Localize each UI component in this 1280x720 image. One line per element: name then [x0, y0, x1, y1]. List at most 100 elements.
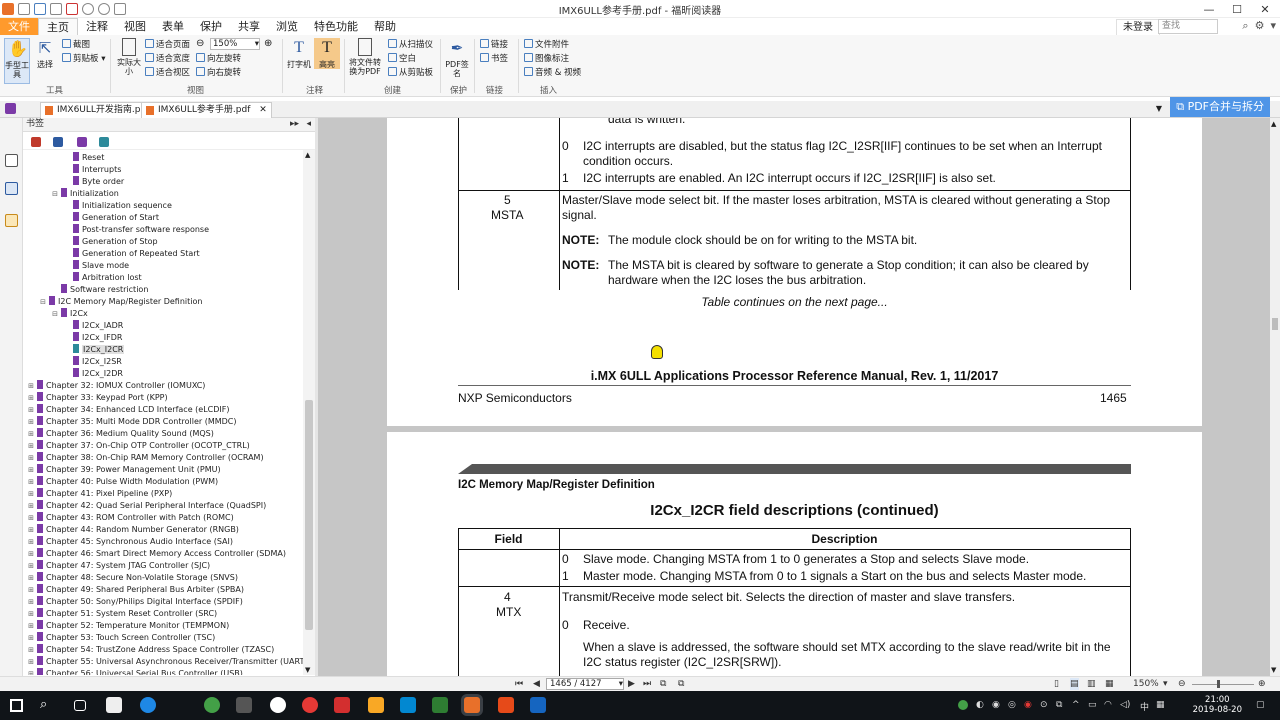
from-scanner-button[interactable]: 从扫描仪 — [388, 39, 433, 51]
search-icon[interactable]: ⌕ — [40, 697, 56, 713]
expand-toggle-icon[interactable]: ⊞ — [27, 644, 35, 656]
bookmark-item[interactable]: ⊞ Chapter 54: TrustZone Address Space Con… — [27, 644, 274, 656]
fit-visible-button[interactable]: 适合视区 — [145, 67, 190, 79]
app-icon[interactable] — [400, 697, 416, 713]
taskbar-clock[interactable]: 21:00 2019-08-20 — [1193, 695, 1242, 715]
bookmark-item[interactable]: Interrupts — [63, 164, 121, 176]
bookmark-item[interactable]: ⊞ Chapter 45: Synchronous Audio Interface… — [27, 536, 233, 548]
bookmark-item[interactable]: ⊟ I2Cx — [51, 308, 88, 320]
bookmark-item[interactable]: ⊞ Chapter 34: Enhanced LCD Interface (eLC… — [27, 404, 230, 416]
tab-browse[interactable]: 浏览 — [268, 18, 306, 35]
zoom-in-icon[interactable]: ⊕ — [264, 38, 272, 49]
scroll-up-icon[interactable]: ▲ — [1271, 120, 1276, 128]
bookmark-item[interactable]: ⊞ Chapter 38: On-Chip RAM Memory Controll… — [27, 452, 264, 464]
ime-icon[interactable]: ▦ — [1156, 700, 1165, 710]
expand-toggle-icon[interactable]: ⊞ — [27, 668, 35, 675]
audio-video-button[interactable]: 音频 & 视频 — [524, 67, 581, 79]
pages-panel-icon[interactable] — [5, 182, 18, 195]
word-icon[interactable] — [530, 697, 546, 713]
bookmark-item[interactable]: I2Cx_IADR — [63, 320, 123, 332]
document-scrollbar[interactable]: ▲ ▼ — [1270, 118, 1280, 676]
bookmark-item[interactable]: ⊞ Chapter 43: ROM Controller with Patch (… — [27, 512, 234, 524]
bookmark-item[interactable]: ⊞ Chapter 40: Pulse Width Modulation (PWM… — [27, 476, 218, 488]
bookmark-item[interactable]: ⊞ Chapter 37: On-Chip OTP Controller (OCO… — [27, 440, 250, 452]
bookmark-item[interactable]: Initialization sequence — [63, 200, 172, 212]
expand-toggle-icon[interactable]: ⊞ — [27, 572, 35, 584]
tab-list-dropdown[interactable]: ▼ — [1156, 101, 1162, 116]
scroll-down-icon[interactable]: ▼ — [305, 666, 310, 674]
bookmark-item[interactable]: I2Cx_I2DR — [63, 368, 123, 380]
first-page-icon[interactable]: ⏮ — [515, 678, 523, 690]
tab-file[interactable]: 文件 — [0, 18, 38, 35]
zoom-level[interactable]: 150% — [1133, 678, 1159, 690]
bookmark-item[interactable]: ⊞ Chapter 33: Keypad Port (KPP) — [27, 392, 168, 404]
bookmark-button[interactable]: 书签 — [480, 53, 508, 65]
zoom-in-icon[interactable]: ⊕ — [1258, 678, 1266, 690]
bookmark-item[interactable]: ⊞ Chapter 56: Universal Serial Bus Contro… — [27, 668, 243, 675]
zoom-out-icon[interactable]: ⊖ — [1178, 678, 1186, 690]
pdf-merge-split-button[interactable]: ⧉ PDF合并与拆分 — [1170, 97, 1270, 117]
bookmark-item[interactable]: Generation of Repeated Start — [63, 248, 200, 260]
zoom-out-icon[interactable]: ⊖ — [196, 38, 204, 49]
expand-toggle-icon[interactable]: ⊞ — [27, 476, 35, 488]
gear-icon[interactable]: ⚙ — [1255, 19, 1265, 33]
file-attachment-button[interactable]: 文件附件 — [524, 39, 569, 51]
search-icon[interactable]: ⌕ — [1242, 19, 1248, 33]
pdf-sign-button[interactable]: ✒ PDF签名 — [444, 38, 470, 78]
bookmark-item[interactable]: Software restriction — [51, 284, 148, 296]
bookmark-item[interactable]: I2Cx_I2SR — [63, 356, 122, 368]
camera-app-icon[interactable] — [106, 697, 122, 713]
convert-to-pdf-button[interactable]: 将文件转换为PDF — [348, 38, 382, 76]
foxit-reader-icon[interactable] — [464, 697, 480, 713]
bookmark-item[interactable]: ⊞ Chapter 51: System Reset Controller (SR… — [27, 608, 217, 620]
tab-share[interactable]: 共享 — [230, 18, 268, 35]
expand-toggle-icon[interactable]: ⊟ — [51, 308, 59, 320]
page-number-input[interactable]: 1465 / 4127 ▾ — [546, 678, 624, 690]
input-language[interactable]: 中 — [1140, 700, 1149, 713]
expand-toggle-icon[interactable]: ⊟ — [51, 188, 59, 200]
bookmark-item[interactable]: Post-transfer software response — [63, 224, 209, 236]
continuous-facing-icon[interactable]: ▦ — [1105, 678, 1114, 690]
zoom-slider-handle[interactable] — [1217, 680, 1220, 688]
clipboard-button[interactable]: 剪贴板 ▾ — [62, 53, 105, 65]
from-clipboard-button[interactable]: 从剪贴板 — [388, 67, 433, 79]
scroll-up-icon[interactable]: ▲ — [305, 151, 310, 159]
bookmark-item[interactable]: Arbitration lost — [63, 272, 142, 284]
prev-page-icon[interactable]: ◀ — [533, 678, 540, 690]
expand-toggle-icon[interactable]: ⊞ — [27, 416, 35, 428]
browser-icon[interactable] — [204, 697, 220, 713]
bookmark-panel-icon[interactable] — [5, 154, 18, 167]
bookmark-item[interactable]: Slave mode — [63, 260, 129, 272]
typewriter-button[interactable]: T 打字机 — [286, 38, 312, 69]
wifi-icon[interactable]: ◠ — [1104, 700, 1112, 710]
document-viewport[interactable]: data is written. 0 I2C interrupts are di… — [318, 118, 1270, 676]
single-page-icon[interactable]: ▯ — [1054, 678, 1059, 690]
rotate-right-button[interactable]: 向右旋转 — [196, 67, 241, 79]
tab-view[interactable]: 视图 — [116, 18, 154, 35]
chevron-up-icon[interactable]: ^ — [1072, 700, 1080, 710]
expand-toggle-icon[interactable]: ⊞ — [27, 404, 35, 416]
bookmark-item[interactable]: ⊞ Chapter 47: System JTAG Controller (SJC… — [27, 560, 210, 572]
document-scroll-thumb[interactable] — [1272, 318, 1278, 330]
expand-toggle-icon[interactable]: ⊞ — [27, 392, 35, 404]
expand-toggle-icon[interactable]: ⊞ — [27, 548, 35, 560]
actual-size-button[interactable]: 实际大小 — [116, 38, 142, 76]
expand-toggle-icon[interactable]: ⊞ — [27, 656, 35, 668]
bookmark-item[interactable]: ⊞ Chapter 36: Medium Quality Sound (MQS) — [27, 428, 214, 440]
tab-form[interactable]: 表单 — [154, 18, 192, 35]
network-icon[interactable]: ▭ — [1088, 700, 1097, 710]
doc-tab-reference-manual[interactable]: IMX6ULL参考手册.pdf ✕ — [141, 102, 272, 118]
bookmark-item[interactable]: Generation of Start — [63, 212, 159, 224]
continuous-page-icon[interactable]: ▤ — [1070, 678, 1079, 690]
editor-icon[interactable] — [432, 697, 448, 713]
blank-button[interactable]: 空白 — [388, 53, 416, 65]
bookmark-item[interactable]: ⊞ Chapter 50: Sony/Philips Digital Interf… — [27, 596, 243, 608]
app-icon[interactable] — [334, 697, 350, 713]
expand-toggle-icon[interactable]: ⊞ — [27, 440, 35, 452]
comments-panel-icon[interactable] — [5, 214, 18, 227]
expand-toggle-icon[interactable]: ⊞ — [27, 632, 35, 644]
bookmark-item[interactable]: I2Cx_I2CR — [63, 344, 125, 356]
tab-features[interactable]: 特色功能 — [306, 18, 366, 35]
chevron-down-icon[interactable]: ▾ — [1270, 19, 1276, 33]
bookmark-item[interactable]: ⊞ Chapter 35: Multi Mode DDR Controller (… — [27, 416, 237, 428]
